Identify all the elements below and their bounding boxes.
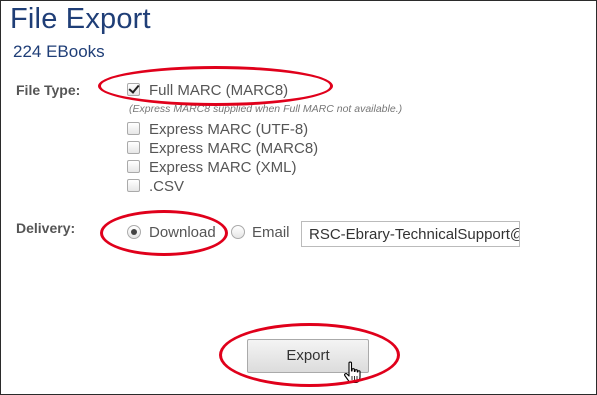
full-marc-checkbox[interactable] bbox=[127, 83, 140, 96]
email-radio[interactable] bbox=[231, 225, 245, 239]
email-label: Email bbox=[252, 224, 290, 241]
download-label: Download bbox=[149, 224, 216, 241]
express-marc8-note: (Express MARC8 supplied when Full MARC n… bbox=[129, 103, 403, 115]
express-marc-marc8-checkbox[interactable] bbox=[127, 141, 140, 154]
csv-label: .CSV bbox=[149, 178, 185, 195]
hand-cursor-icon bbox=[344, 361, 361, 384]
ebook-count: 224 EBooks bbox=[13, 42, 105, 61]
express-marc-xml-checkbox[interactable] bbox=[127, 160, 140, 173]
delivery-label: Delivery: bbox=[16, 220, 76, 236]
file-type-label: File Type: bbox=[16, 82, 81, 98]
express-marc-xml-label: Express MARC (XML) bbox=[149, 159, 297, 176]
express-marc-utf8-checkbox[interactable] bbox=[127, 122, 140, 135]
email-address-input[interactable]: RSC-Ebrary-TechnicalSupport@ bbox=[301, 221, 520, 247]
express-marc-utf8-label: Express MARC (UTF-8) bbox=[149, 121, 309, 138]
page-title: File Export bbox=[10, 3, 151, 35]
full-marc-label: Full MARC (MARC8) bbox=[149, 82, 289, 99]
file-export-panel: File Export 224 EBooks File Type: Full M… bbox=[0, 0, 597, 395]
csv-checkbox[interactable] bbox=[127, 179, 140, 192]
express-marc-marc8-label: Express MARC (MARC8) bbox=[149, 140, 319, 157]
download-radio[interactable] bbox=[127, 225, 141, 239]
